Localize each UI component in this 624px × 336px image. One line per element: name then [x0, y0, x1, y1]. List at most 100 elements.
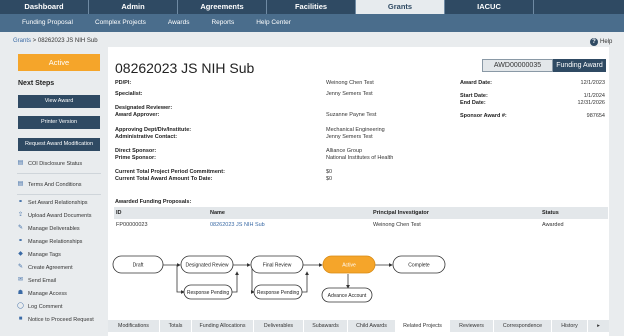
chevron-right-icon: ▸	[597, 323, 600, 329]
sidebar-link-coi[interactable]: ▤ COI Disclosure Status	[17, 160, 82, 167]
subnav-complex-projects[interactable]: Complex Projects	[95, 14, 146, 32]
help-icon: ?	[590, 38, 598, 46]
column-header[interactable]: Status	[542, 210, 559, 216]
tab-iacuc[interactable]: IACUC	[445, 0, 534, 14]
subnav-reports[interactable]: Reports	[211, 14, 234, 32]
view-award-button[interactable]: View Award	[18, 95, 100, 108]
workflow-state-label: Response Pending	[187, 290, 229, 296]
sidebar-link-notice[interactable]: ■ Notice to Proceed Request	[17, 316, 94, 323]
subnav-funding-proposal[interactable]: Funding Proposal	[22, 14, 73, 32]
approving-dept-value: Mechanical Engineering	[326, 127, 385, 133]
coi-icon: ▤	[17, 160, 24, 166]
tab-reviewers[interactable]: Reviewers	[450, 320, 494, 332]
admin-contact-label: Administrative Contact:	[115, 134, 178, 140]
column-header[interactable]: ID	[116, 210, 122, 216]
status-badge: Active	[18, 54, 100, 71]
help-link[interactable]: ? Help	[590, 38, 612, 46]
tab-facilities[interactable]: Facilities	[267, 0, 356, 14]
main-panel: 08262023 JS NIH Sub AWD00000035 Funding …	[108, 47, 609, 336]
sidebar-link-label: Send Email	[28, 277, 57, 284]
sidebar-link-label: Upload Award Documents	[28, 212, 92, 219]
bottom-tabs: Modifications Totals Funding Allocations…	[108, 320, 609, 332]
specialist-label: Specialist:	[115, 91, 143, 97]
designated-reviewer-label: Designated Reviewer:	[115, 105, 173, 111]
relationship-icon: ⚭	[17, 199, 24, 205]
sidebar-link-relationships[interactable]: ⚭ Manage Relationships	[17, 238, 82, 245]
table-cell-status: Awarded	[542, 222, 564, 228]
relationship-icon: ⚭	[17, 238, 24, 244]
sidebar-link-log-comment[interactable]: ◯ Log Comment	[17, 303, 62, 310]
tab-admin[interactable]: Admin	[89, 0, 178, 14]
start-date-label: Start Date:	[460, 93, 488, 99]
top-nav: Dashboard Admin Agreements Facilities Gr…	[0, 0, 624, 14]
divider	[17, 173, 101, 174]
sidebar-link-upload[interactable]: ⇪ Upload Award Documents	[17, 212, 92, 219]
tab-deliverables[interactable]: Deliverables	[254, 320, 304, 332]
workflow-state-label: Final Review	[263, 263, 292, 269]
period-commitment-label: Current Total Project Period Commitment:	[115, 169, 225, 175]
tab-scroll-right[interactable]: ▸	[588, 320, 609, 332]
award-amount-label: Current Total Award Amount To Date:	[115, 176, 213, 182]
tab-correspondence[interactable]: Correspondence	[494, 320, 552, 332]
award-date-label: Award Date:	[460, 80, 492, 86]
workflow-arrow	[232, 271, 239, 293]
tab-dashboard[interactable]: Dashboard	[0, 0, 89, 14]
tag-icon: ◆	[18, 251, 23, 257]
email-icon: ✉	[17, 277, 24, 283]
tab-funding-allocations[interactable]: Funding Allocations	[192, 320, 254, 332]
sidebar-link-deliverables[interactable]: ✎ Manage Deliverables	[17, 225, 80, 232]
sidebar-link-tags[interactable]: ◆ Manage Tags	[17, 251, 61, 258]
request-modification-button[interactable]: Request Award Modification	[18, 138, 100, 151]
tab-agreements[interactable]: Agreements	[178, 0, 267, 14]
column-header[interactable]: Principal Investigator	[373, 210, 429, 216]
next-steps-title: Next Steps	[18, 80, 55, 87]
breadcrumb-current: 08262023 JS NIH Sub	[37, 38, 98, 44]
table-cell-id: FP00000023	[116, 222, 148, 228]
sidebar-link-access[interactable]: ☗ Manage Access	[17, 290, 67, 297]
sidebar-link-send-email[interactable]: ✉ Send Email	[17, 277, 56, 284]
tab-subawards[interactable]: Subawards	[304, 320, 348, 332]
sidebar-link-create-agreement[interactable]: ✎ Create Agreement	[17, 264, 73, 271]
workflow-state-label: Active	[342, 263, 356, 269]
sidebar-link-label: Notice to Proceed Request	[28, 316, 94, 323]
column-header[interactable]: Name	[210, 210, 225, 216]
direct-sponsor-value: Alliance Group	[326, 148, 363, 154]
tab-child-awards[interactable]: Child Awards	[348, 320, 396, 332]
workflow-state-label: Designated Review	[185, 263, 228, 269]
pd-pi-value: Weinong Chen Test	[326, 80, 374, 86]
workflow-diagram: Draft Designated Review Final Review Act…	[112, 255, 446, 303]
table-cell-name[interactable]: 08262023 JS NIH Sub	[210, 222, 265, 228]
tab-history[interactable]: History	[552, 320, 588, 332]
terms-icon: ▤	[17, 181, 24, 187]
breadcrumb-sep: >	[31, 38, 38, 44]
breadcrumb: Grants > 08262023 JS NIH Sub	[13, 38, 98, 44]
proposals-table-header: ID Name Principal Investigator Status	[114, 207, 608, 219]
award-number-badge: AWD00000035	[482, 59, 553, 72]
pd-pi-label: PD/PI:	[115, 80, 132, 86]
direct-sponsor-label: Direct Sponsor:	[115, 148, 157, 154]
notice-icon: ■	[18, 316, 23, 322]
printer-version-button[interactable]: Printer Version	[18, 116, 100, 129]
admin-contact-value: Jenny Semers Test	[326, 134, 373, 140]
tab-modifications[interactable]: Modifications	[108, 320, 160, 332]
workflow-state-label: Draft	[133, 263, 144, 269]
page-title: 08262023 JS NIH Sub	[115, 60, 255, 76]
end-date-value: 12/31/2026	[577, 100, 605, 106]
workflow-state-label: Complete	[408, 263, 430, 269]
award-amount-value: $0	[326, 176, 333, 182]
funding-award-button[interactable]: Funding Award	[553, 59, 606, 72]
breadcrumb-root[interactable]: Grants	[13, 38, 31, 44]
sidebar-link-label: Manage Deliverables	[28, 225, 80, 232]
sidebar-link-label: Terms And Conditions	[28, 181, 82, 188]
sidebar-link-terms[interactable]: ▤ Terms And Conditions	[17, 181, 82, 188]
tab-related-projects[interactable]: Related Projects	[396, 320, 450, 332]
subnav-help-center[interactable]: Help Center	[256, 14, 291, 32]
help-label: Help	[600, 39, 613, 45]
sidebar-link-set-relationships[interactable]: ⚭ Set Award Relationships	[17, 199, 88, 206]
tab-grants[interactable]: Grants	[356, 0, 445, 14]
proposals-title: Awarded Funding Proposals:	[115, 199, 192, 205]
workflow-state-label: Advance Account	[328, 293, 367, 299]
subnav-awards[interactable]: Awards	[168, 14, 190, 32]
tab-totals[interactable]: Totals	[160, 320, 192, 332]
comment-icon: ◯	[17, 303, 24, 309]
